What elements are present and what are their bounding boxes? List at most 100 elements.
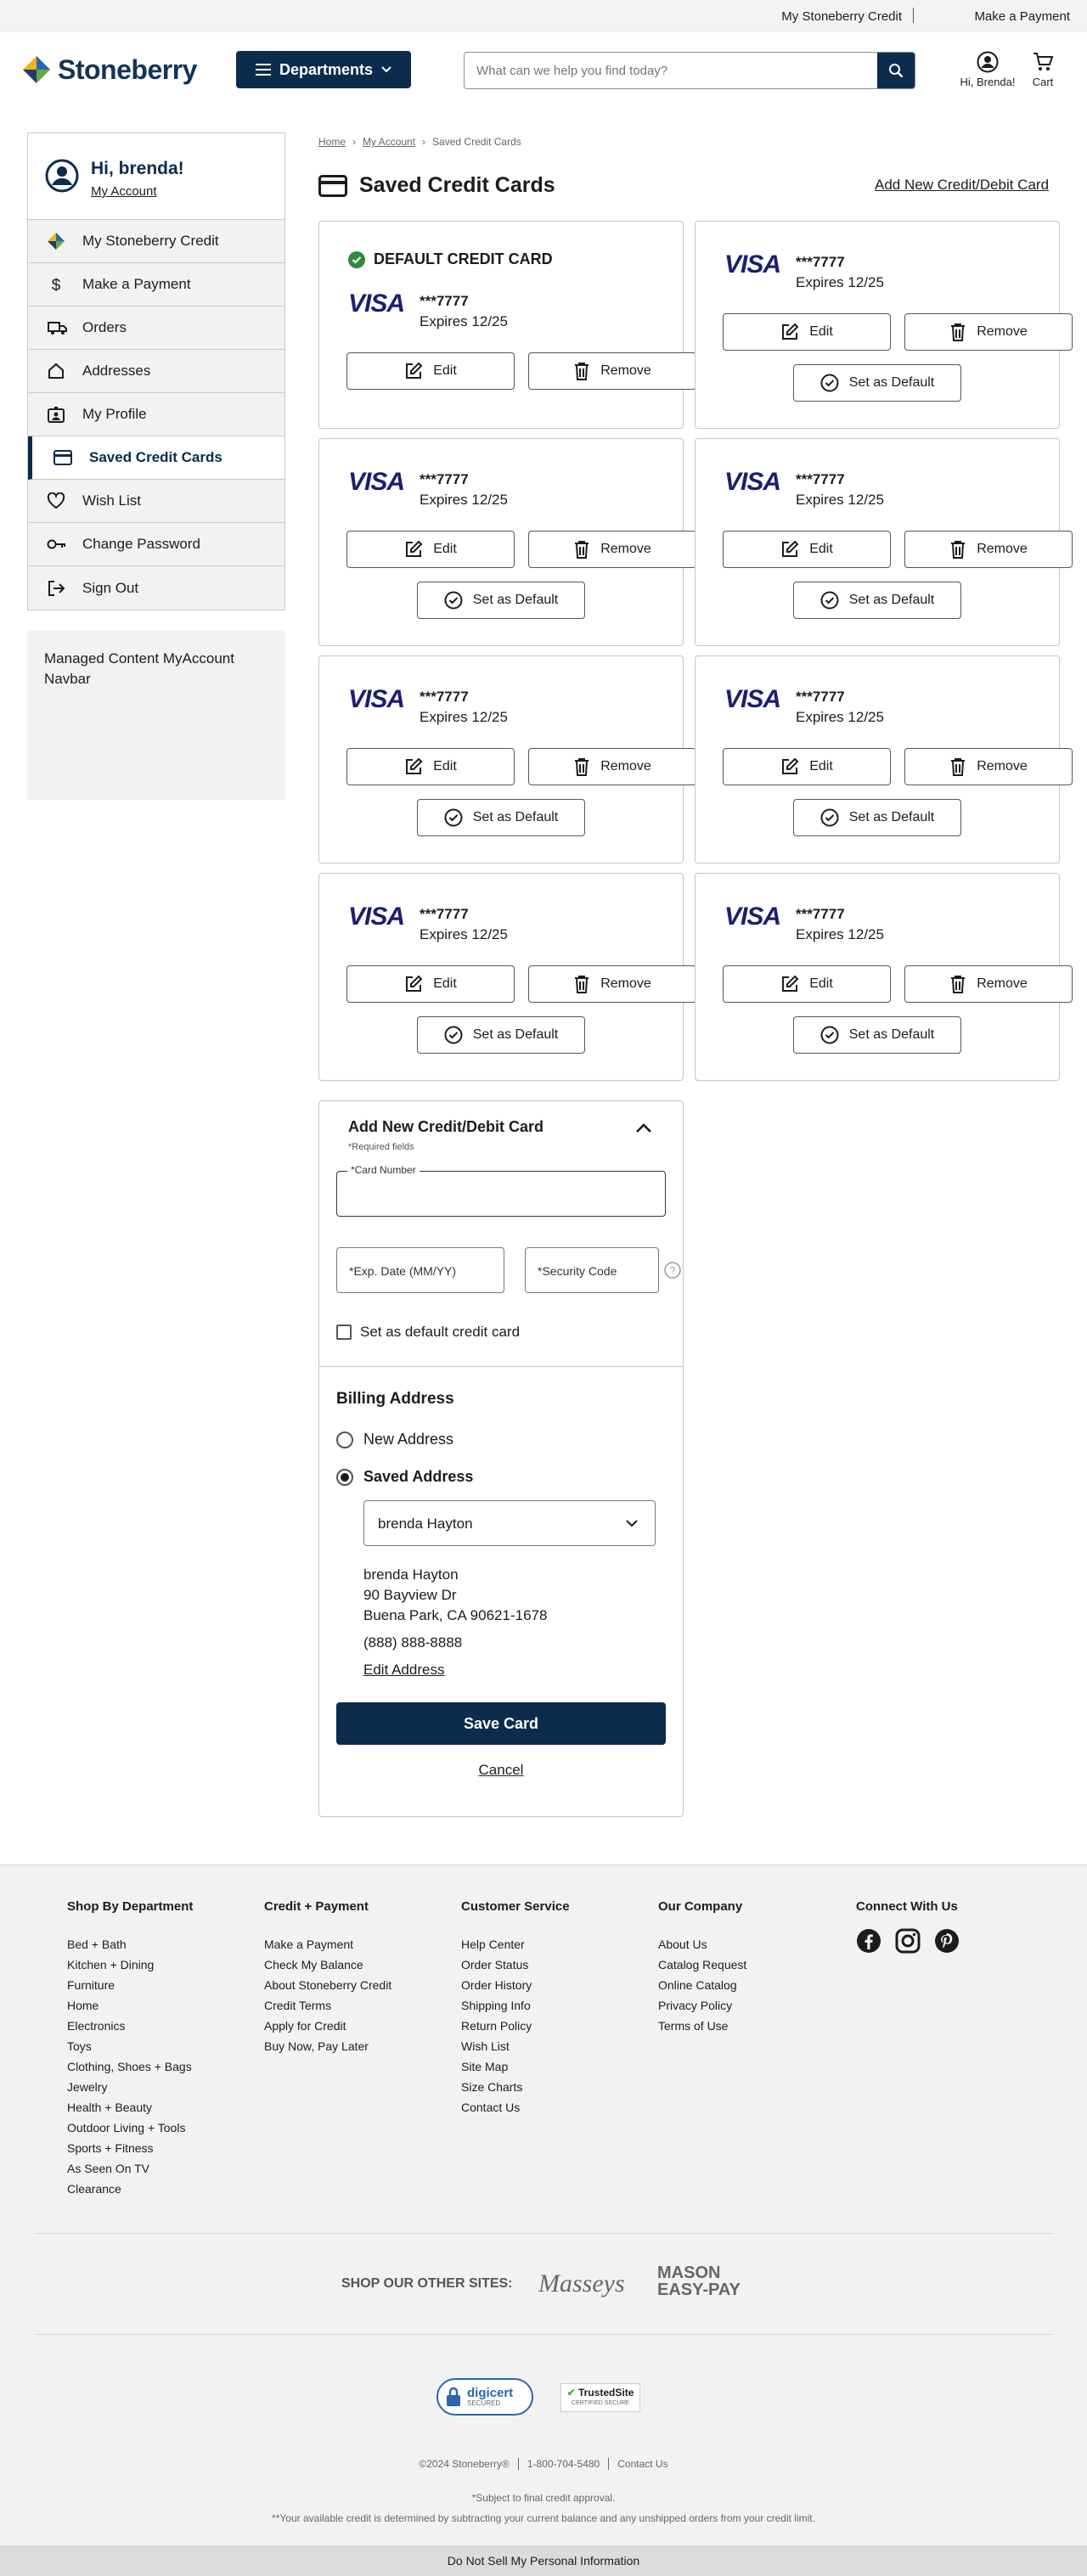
footer-link[interactable]: About Us (658, 1934, 746, 1954)
footer-link[interactable]: Help Center (461, 1934, 570, 1954)
footer-link[interactable]: Sports + Fitness (67, 2138, 193, 2158)
footer-link[interactable]: About Stoneberry Credit (264, 1975, 391, 1995)
footer-link[interactable]: Clothing, Shoes + Bags (67, 2056, 193, 2077)
remove-card-button[interactable]: Remove (904, 748, 1073, 785)
edit-card-button[interactable]: Edit (723, 965, 891, 1003)
masseys-logo[interactable]: Masseys (538, 2269, 625, 2298)
footer-link[interactable]: Furniture (67, 1975, 193, 1995)
edit-address-link[interactable]: Edit Address (363, 1660, 547, 1680)
digicert-badge[interactable]: digicert SECURED (436, 2378, 533, 2416)
footer-link[interactable]: Contact Us (461, 2097, 570, 2118)
cart-button[interactable]: Cart (1026, 51, 1060, 88)
site-logo[interactable]: Stoneberry (22, 53, 197, 87)
remove-card-button[interactable]: Remove (528, 748, 696, 785)
footer-link[interactable]: Make a Payment (264, 1934, 391, 1954)
exp-date-field[interactable]: *Exp. Date (MM/YY) (336, 1247, 504, 1293)
footer-link[interactable]: Return Policy (461, 2016, 570, 2036)
footer-link[interactable]: Privacy Policy (658, 1995, 746, 2016)
set-default-button[interactable]: Set as Default (417, 1016, 585, 1054)
set-default-button[interactable]: Set as Default (793, 1016, 961, 1054)
edit-card-button[interactable]: Edit (346, 531, 515, 568)
footer-contact-link[interactable]: Contact Us (617, 2458, 667, 2470)
my-account-link[interactable]: My Account (91, 184, 184, 199)
card-number-field[interactable]: *Card Number (336, 1164, 666, 1217)
set-default-button[interactable]: Set as Default (793, 582, 961, 619)
saved-address-select[interactable]: brenda Hayton (363, 1500, 656, 1546)
add-new-card-link[interactable]: Add New Credit/Debit Card (875, 177, 1049, 194)
footer-link[interactable]: Terms of Use (658, 2016, 746, 2036)
set-default-button[interactable]: Set as Default (793, 364, 961, 402)
footer-link[interactable]: As Seen On TV (67, 2158, 193, 2179)
footer-link[interactable]: Jewelry (67, 2077, 193, 2097)
cancel-link[interactable]: Cancel (319, 1762, 683, 1779)
save-card-button[interactable]: Save Card (336, 1702, 666, 1745)
footer-link[interactable]: Credit Terms (264, 1995, 391, 2016)
instagram-icon[interactable] (895, 1928, 921, 1954)
footer-link[interactable]: Bed + Bath (67, 1934, 193, 1954)
saved-address-radio[interactable] (336, 1469, 353, 1486)
sidebar-item-my-profile[interactable]: My Profile (28, 393, 284, 436)
remove-card-button[interactable]: Remove (904, 531, 1073, 568)
footer-link[interactable]: Health + Beauty (67, 2097, 193, 2118)
security-code-field[interactable]: *Security Code (525, 1247, 659, 1293)
utility-payment-link[interactable]: Make a Payment (974, 9, 1070, 24)
set-default-button[interactable]: Set as Default (793, 799, 961, 836)
trustedsite-badge[interactable]: ✔ TrustedSite CERTIFIED SECURE (560, 2383, 640, 2412)
edit-card-button[interactable]: Edit (723, 313, 891, 351)
footer-link[interactable]: Buy Now, Pay Later (264, 2036, 391, 2056)
footer-link[interactable]: Toys (67, 2036, 193, 2056)
help-icon[interactable]: ? (664, 1262, 681, 1279)
footer-link[interactable]: Clearance (67, 2179, 193, 2199)
mason-easypay-logo[interactable]: MASON EASY-PAY (657, 2264, 741, 2298)
remove-card-button[interactable]: Remove (904, 965, 1073, 1003)
edit-card-button[interactable]: Edit (346, 965, 515, 1003)
remove-card-button[interactable]: Remove (528, 352, 696, 390)
new-address-radio[interactable] (336, 1431, 353, 1448)
footer-link[interactable]: Wish List (461, 2036, 570, 2056)
footer-link[interactable]: Kitchen + Dining (67, 1954, 193, 1975)
departments-button[interactable]: Departments (236, 51, 411, 88)
sidebar-item-addresses[interactable]: Addresses (28, 350, 284, 393)
footer-link[interactable]: Apply for Credit (264, 2016, 391, 2036)
sidebar-item-my-stoneberry-credit[interactable]: My Stoneberry Credit (28, 220, 284, 263)
search-input[interactable] (465, 53, 877, 88)
breadcrumb-my-account[interactable]: My Account (363, 136, 415, 148)
remove-card-button[interactable]: Remove (904, 313, 1073, 351)
sidebar-item-sign-out[interactable]: Sign Out (28, 566, 284, 610)
sidebar-item-wish-list[interactable]: Wish List (28, 480, 284, 523)
breadcrumb-home[interactable]: Home (318, 136, 346, 148)
footer-link[interactable]: Check My Balance (264, 1954, 391, 1975)
footer-link[interactable]: Order History (461, 1975, 570, 1995)
sidebar-item-make-a-payment[interactable]: $ Make a Payment (28, 263, 284, 307)
edit-card-button[interactable]: Edit (346, 748, 515, 785)
edit-card-button[interactable]: Edit (346, 352, 515, 390)
search-button[interactable] (877, 53, 915, 88)
account-menu[interactable]: Hi, Brenda! (960, 51, 1016, 88)
footer-link[interactable]: Online Catalog (658, 1975, 746, 1995)
footer-link[interactable]: Order Status (461, 1954, 570, 1975)
do-not-sell-link[interactable]: Do Not Sell My Personal Information (0, 2545, 1087, 2576)
set-default-button[interactable]: Set as Default (417, 582, 585, 619)
footer-link[interactable]: Electronics (67, 2016, 193, 2036)
set-default-checkbox[interactable] (336, 1325, 352, 1340)
sidebar-item-orders[interactable]: Orders (28, 307, 284, 350)
facebook-icon[interactable] (856, 1928, 881, 1954)
remove-card-button[interactable]: Remove (528, 531, 696, 568)
footer-phone-link[interactable]: 1-800-704-5480 (527, 2458, 600, 2470)
visa-logo: VISA (724, 250, 781, 278)
pinterest-icon[interactable] (934, 1928, 960, 1954)
footer-link[interactable]: Size Charts (461, 2077, 570, 2097)
utility-credit-link[interactable]: My Stoneberry Credit (781, 9, 902, 24)
footer-link[interactable]: Home (67, 1995, 193, 2016)
sidebar-item-saved-credit-cards[interactable]: Saved Credit Cards (28, 436, 284, 480)
chevron-up-icon[interactable] (635, 1122, 652, 1133)
footer-link[interactable]: Site Map (461, 2056, 570, 2077)
footer-link[interactable]: Shipping Info (461, 1995, 570, 2016)
edit-card-button[interactable]: Edit (723, 748, 891, 785)
remove-card-button[interactable]: Remove (528, 965, 696, 1003)
footer-link[interactable]: Catalog Request (658, 1954, 746, 1975)
footer-link[interactable]: Outdoor Living + Tools (67, 2118, 193, 2138)
sidebar-item-change-password[interactable]: Change Password (28, 523, 284, 566)
set-default-button[interactable]: Set as Default (417, 799, 585, 836)
edit-card-button[interactable]: Edit (723, 531, 891, 568)
